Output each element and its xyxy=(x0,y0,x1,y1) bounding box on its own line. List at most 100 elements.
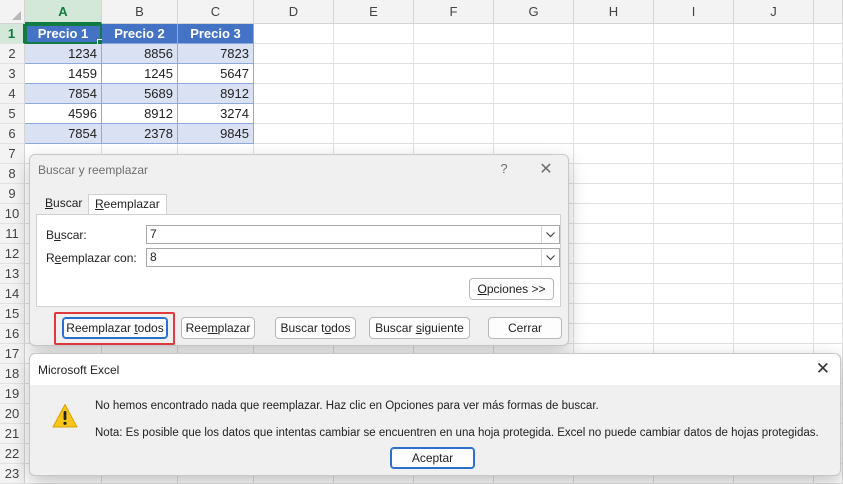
row-header-9[interactable]: 9 xyxy=(0,184,25,204)
table-cell[interactable]: 1459 xyxy=(25,64,102,84)
cell-i15[interactable] xyxy=(654,304,734,324)
column-header-f[interactable]: F xyxy=(414,0,494,24)
tab-buscar[interactable]: Buscar xyxy=(39,194,88,214)
cell-k11[interactable] xyxy=(814,224,843,244)
cell-f1[interactable] xyxy=(414,24,494,44)
row-header-8[interactable]: 8 xyxy=(0,164,25,184)
cell-f2[interactable] xyxy=(414,44,494,64)
cell-j4[interactable] xyxy=(734,84,814,104)
find-all-button[interactable]: Buscar todos xyxy=(275,317,356,339)
cell-h3[interactable] xyxy=(574,64,654,84)
cell-h1[interactable] xyxy=(574,24,654,44)
cell-i12[interactable] xyxy=(654,244,734,264)
row-header-15[interactable]: 15 xyxy=(0,304,25,324)
cell-i13[interactable] xyxy=(654,264,734,284)
table-header-cell[interactable]: Precio 3 xyxy=(178,24,254,44)
cell-e2[interactable] xyxy=(334,44,414,64)
cell-k16[interactable] xyxy=(814,324,843,344)
cell-d1[interactable] xyxy=(254,24,334,44)
table-cell[interactable]: 7854 xyxy=(25,84,102,104)
cell-h10[interactable] xyxy=(574,204,654,224)
cell-h11[interactable] xyxy=(574,224,654,244)
table-cell[interactable]: 7823 xyxy=(178,44,254,64)
cell-i7[interactable] xyxy=(654,144,734,164)
cell-h7[interactable] xyxy=(574,144,654,164)
row-header-12[interactable]: 12 xyxy=(0,244,25,264)
replace-button[interactable]: Reemplazar xyxy=(181,317,255,339)
cell-j15[interactable] xyxy=(734,304,814,324)
cell-i11[interactable] xyxy=(654,224,734,244)
cell-h9[interactable] xyxy=(574,184,654,204)
cell-g2[interactable] xyxy=(494,44,574,64)
column-header-b[interactable]: B xyxy=(102,0,178,24)
cell-g5[interactable] xyxy=(494,104,574,124)
cell-i6[interactable] xyxy=(654,124,734,144)
cell-k14[interactable] xyxy=(814,284,843,304)
cell-g4[interactable] xyxy=(494,84,574,104)
column-header-a[interactable]: A xyxy=(25,0,102,24)
cell-k3[interactable] xyxy=(814,64,843,84)
cell-d4[interactable] xyxy=(254,84,334,104)
cell-j5[interactable] xyxy=(734,104,814,124)
cell-d3[interactable] xyxy=(254,64,334,84)
cell-i5[interactable] xyxy=(654,104,734,124)
table-cell[interactable]: 8912 xyxy=(178,84,254,104)
table-cell[interactable]: 8912 xyxy=(102,104,178,124)
cell-i1[interactable] xyxy=(654,24,734,44)
table-cell[interactable]: 1234 xyxy=(25,44,102,64)
chevron-down-icon[interactable] xyxy=(541,249,559,266)
row-header-4[interactable]: 4 xyxy=(0,84,25,104)
find-next-button[interactable]: Buscar siguiente xyxy=(369,317,470,339)
cell-j12[interactable] xyxy=(734,244,814,264)
select-all-corner[interactable] xyxy=(0,0,25,24)
row-header-7[interactable]: 7 xyxy=(0,144,25,164)
cell-g3[interactable] xyxy=(494,64,574,84)
cell-h12[interactable] xyxy=(574,244,654,264)
row-header-18[interactable]: 18 xyxy=(0,364,25,384)
cell-h5[interactable] xyxy=(574,104,654,124)
replace-input[interactable]: 8 xyxy=(146,248,560,267)
table-cell[interactable]: 5689 xyxy=(102,84,178,104)
find-input[interactable]: 7 xyxy=(146,225,560,244)
cell-e1[interactable] xyxy=(334,24,414,44)
cell-k7[interactable] xyxy=(814,144,843,164)
table-cell[interactable]: 3274 xyxy=(178,104,254,124)
cell-k4[interactable] xyxy=(814,84,843,104)
table-header-cell[interactable]: Precio 2 xyxy=(102,24,178,44)
cell-d6[interactable] xyxy=(254,124,334,144)
cell-i9[interactable] xyxy=(654,184,734,204)
cell-j7[interactable] xyxy=(734,144,814,164)
row-header-20[interactable]: 20 xyxy=(0,404,25,424)
cell-g6[interactable] xyxy=(494,124,574,144)
cell-j16[interactable] xyxy=(734,324,814,344)
cell-j9[interactable] xyxy=(734,184,814,204)
cell-g1[interactable] xyxy=(494,24,574,44)
column-header-g[interactable]: G xyxy=(494,0,574,24)
cell-h16[interactable] xyxy=(574,324,654,344)
cell-k12[interactable] xyxy=(814,244,843,264)
column-header-h[interactable]: H xyxy=(574,0,654,24)
column-header-j[interactable]: J xyxy=(734,0,814,24)
close-icon[interactable]: ✕ xyxy=(816,359,830,379)
cell-f6[interactable] xyxy=(414,124,494,144)
column-header-d[interactable]: D xyxy=(254,0,334,24)
cell-j2[interactable] xyxy=(734,44,814,64)
row-header-16[interactable]: 16 xyxy=(0,324,25,344)
row-header-5[interactable]: 5 xyxy=(0,104,25,124)
table-cell[interactable]: 4596 xyxy=(25,104,102,124)
cell-i16[interactable] xyxy=(654,324,734,344)
cell-d2[interactable] xyxy=(254,44,334,64)
cell-h8[interactable] xyxy=(574,164,654,184)
cell-d5[interactable] xyxy=(254,104,334,124)
options-button[interactable]: Opciones >> xyxy=(469,278,554,300)
cell-f4[interactable] xyxy=(414,84,494,104)
ok-button[interactable]: Aceptar xyxy=(390,447,475,469)
cell-j1[interactable] xyxy=(734,24,814,44)
row-header-2[interactable]: 2 xyxy=(0,44,25,64)
cell-f5[interactable] xyxy=(414,104,494,124)
cell-e6[interactable] xyxy=(334,124,414,144)
cell-k15[interactable] xyxy=(814,304,843,324)
cell-k8[interactable] xyxy=(814,164,843,184)
row-header-10[interactable]: 10 xyxy=(0,204,25,224)
cell-j8[interactable] xyxy=(734,164,814,184)
